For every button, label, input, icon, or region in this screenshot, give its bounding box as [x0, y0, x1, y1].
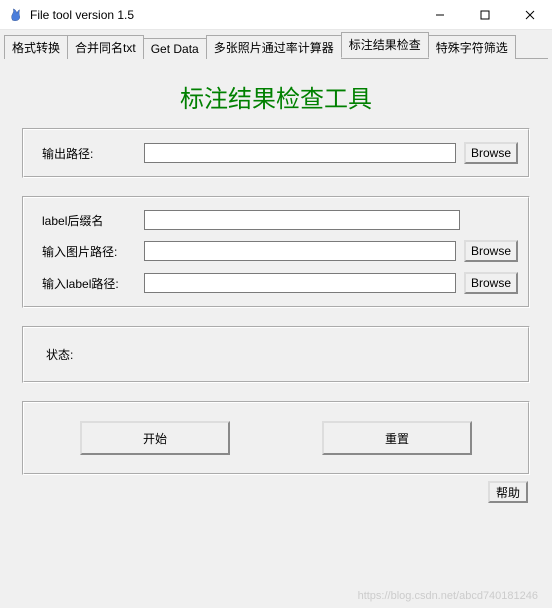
image-path-label: 输入图片路径: — [34, 243, 144, 260]
tab-format-convert[interactable]: 格式转换 — [4, 35, 68, 59]
minimize-button[interactable] — [417, 0, 462, 29]
tabstrip: 格式转换 合并同名txt Get Data 多张照片通过率计算器 标注结果检查 … — [0, 30, 552, 58]
tabpanel-label-check: 标注结果检查工具 输出路径: Browse label后缀名 输入图片路径: B… — [4, 58, 548, 509]
titlebar: File tool version 1.5 — [0, 0, 552, 30]
window-title: File tool version 1.5 — [30, 8, 417, 22]
maximize-button[interactable] — [462, 0, 507, 29]
help-button[interactable]: 帮助 — [488, 481, 528, 503]
window-controls — [417, 0, 552, 29]
tab-special-char-filter[interactable]: 特殊字符筛选 — [428, 35, 516, 59]
watermark: https://blog.csdn.net/abcd740181246 — [358, 590, 538, 602]
tab-label-check[interactable]: 标注结果检查 — [341, 32, 429, 58]
action-frame: 开始 重置 — [22, 401, 530, 475]
output-browse-button[interactable]: Browse — [464, 142, 518, 164]
image-path-row: 输入图片路径: Browse — [34, 240, 518, 262]
label-path-row: 输入label路径: Browse — [34, 272, 518, 294]
image-browse-button[interactable]: Browse — [464, 240, 518, 262]
app-icon — [8, 7, 24, 23]
page-title: 标注结果检查工具 — [22, 79, 530, 114]
output-path-label: 输出路径: — [34, 145, 144, 162]
close-button[interactable] — [507, 0, 552, 29]
output-frame: 输出路径: Browse — [22, 128, 530, 178]
tab-merge-txt[interactable]: 合并同名txt — [67, 35, 144, 59]
image-path-input[interactable] — [144, 241, 456, 261]
help-row: 帮助 — [22, 481, 530, 505]
label-suffix-row: label后缀名 — [34, 210, 518, 230]
input-frame: label后缀名 输入图片路径: Browse 输入label路径: Brows… — [22, 196, 530, 308]
label-path-input[interactable] — [144, 273, 456, 293]
start-button[interactable]: 开始 — [80, 421, 230, 455]
tab-passrate-calc[interactable]: 多张照片通过率计算器 — [206, 35, 342, 59]
output-path-input[interactable] — [144, 143, 456, 163]
label-browse-button[interactable]: Browse — [464, 272, 518, 294]
label-suffix-label: label后缀名 — [34, 212, 144, 229]
status-frame: 状态: — [22, 326, 530, 383]
output-path-row: 输出路径: Browse — [34, 142, 518, 164]
label-suffix-input[interactable] — [144, 210, 460, 230]
label-path-label: 输入label路径: — [34, 275, 144, 292]
tab-get-data[interactable]: Get Data — [143, 38, 207, 59]
status-row: 状态: — [34, 340, 518, 369]
status-label: 状态: — [46, 348, 73, 362]
reset-button[interactable]: 重置 — [322, 421, 472, 455]
